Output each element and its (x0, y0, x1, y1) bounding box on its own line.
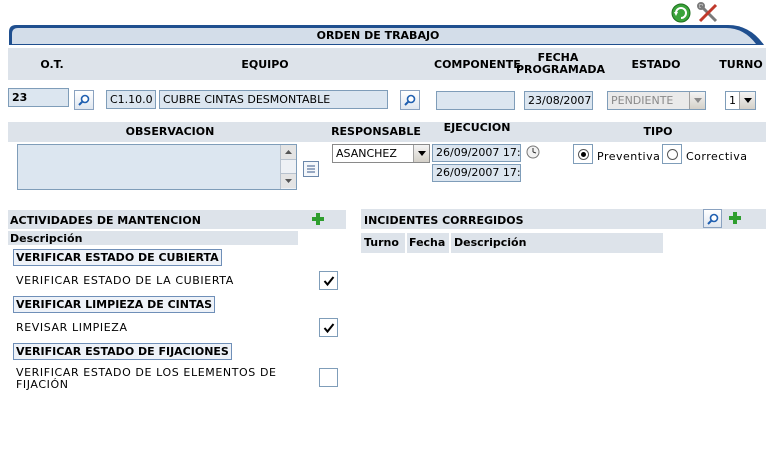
add-actividad-icon[interactable] (311, 212, 325, 226)
estado-select[interactable]: PENDIENTE (607, 91, 706, 110)
actividades-title: ACTIVIDADES DE MANTENCION (10, 214, 201, 227)
col-estado-header: ESTADO (631, 58, 681, 71)
incidentes-col-turno: Turno (364, 236, 399, 249)
activity-item-label: REVISAR LIMPIEZA (16, 321, 128, 334)
activity-checkbox[interactable] (319, 368, 338, 387)
incidentes-col-fecha: Fecha (409, 236, 446, 249)
col-observacion-header: OBSERVACION (125, 125, 215, 138)
turno-select[interactable]: 1 (725, 91, 756, 110)
incidentes-title: INCIDENTES CORREGIDOS (364, 214, 524, 227)
scroll-up-icon[interactable] (281, 145, 296, 160)
chevron-down-icon (739, 92, 755, 109)
incidentes-col-divider (405, 233, 407, 253)
equipo-code-field[interactable]: C1.10.0 (106, 90, 156, 109)
incidentes-search-button[interactable] (703, 209, 722, 228)
scrollbar[interactable] (280, 145, 296, 189)
radio-dot (666, 148, 678, 160)
scroll-down-icon[interactable] (281, 173, 296, 188)
ot-input[interactable]: 23 (8, 88, 69, 107)
tipo-correctiva-radio[interactable] (662, 144, 682, 164)
turno-value: 1 (729, 94, 736, 107)
chevron-down-icon (689, 92, 705, 109)
responsable-select[interactable]: ASANCHEZ (332, 144, 430, 163)
estado-value: PENDIENTE (611, 94, 674, 107)
equipo-name-field[interactable]: CUBRE CINTAS DESMONTABLE (159, 90, 388, 109)
incidentes-col-descripcion: Descripción (454, 236, 527, 249)
activity-group-title: VERIFICAR LIMPIEZA DE CINTAS (13, 296, 216, 313)
search-icon (404, 94, 416, 106)
activity-group-title: VERIFICAR ESTADO DE CUBIERTA (13, 249, 222, 266)
check-icon (323, 275, 334, 286)
radio-dot (577, 148, 589, 160)
tipo-correctiva-label: Correctiva (686, 150, 748, 163)
tipo-preventiva-label: Preventiva (597, 150, 661, 163)
col-turno-header: TURNO (719, 58, 763, 71)
search-icon (706, 213, 718, 225)
observacion-textarea[interactable] (17, 144, 297, 190)
col-componente-header: COMPONENTE (434, 58, 521, 71)
clock-icon[interactable] (526, 145, 540, 159)
refresh-icon[interactable] (670, 2, 692, 24)
componente-field[interactable] (436, 91, 515, 110)
col-ot-header: O.T. (40, 58, 64, 71)
col-fecha-line2: PROGRAMADA (516, 63, 605, 76)
col-tipo-header: TIPO (643, 125, 673, 138)
col-responsable-header: RESPONSABLE (331, 125, 421, 138)
col-equipo-header: EQUIPO (241, 58, 289, 71)
responsable-value: ASANCHEZ (336, 147, 397, 160)
activity-checkbox[interactable] (319, 271, 338, 290)
col-ejecucion-header: EJECUCION (443, 121, 511, 134)
tools-icon[interactable] (696, 1, 720, 25)
activity-item-label-line2: FIJACIÓN (16, 378, 69, 391)
fecha-programada-field[interactable]: 23/08/2007 (524, 91, 593, 110)
search-icon (78, 94, 90, 106)
activity-group-title: VERIFICAR ESTADO DE FIJACIONES (13, 343, 232, 360)
activity-item-label: VERIFICAR ESTADO DE LA CUBIERTA (16, 274, 234, 287)
add-incidente-icon[interactable] (728, 211, 742, 225)
ejecucion-inicio-field[interactable]: 26/09/2007 17:35 (432, 144, 521, 162)
tipo-preventiva-radio[interactable] (573, 144, 593, 164)
actividades-col-descripcion: Descripción (10, 232, 83, 245)
equipo-search-button[interactable] (400, 90, 420, 110)
page-title: ORDEN DE TRABAJO (316, 29, 440, 42)
col-fecha-header: FECHA PROGRAMADA (516, 52, 605, 76)
chevron-down-icon (413, 145, 429, 162)
incidentes-col-divider (449, 233, 451, 253)
title-bar: ORDEN DE TRABAJO (8, 24, 765, 46)
list-icon[interactable] (303, 161, 319, 177)
ot-search-button[interactable] (74, 90, 94, 110)
activity-checkbox[interactable] (319, 318, 338, 337)
ejecucion-fin-field[interactable]: 26/09/2007 17:35 (432, 164, 521, 182)
check-icon (323, 322, 334, 333)
